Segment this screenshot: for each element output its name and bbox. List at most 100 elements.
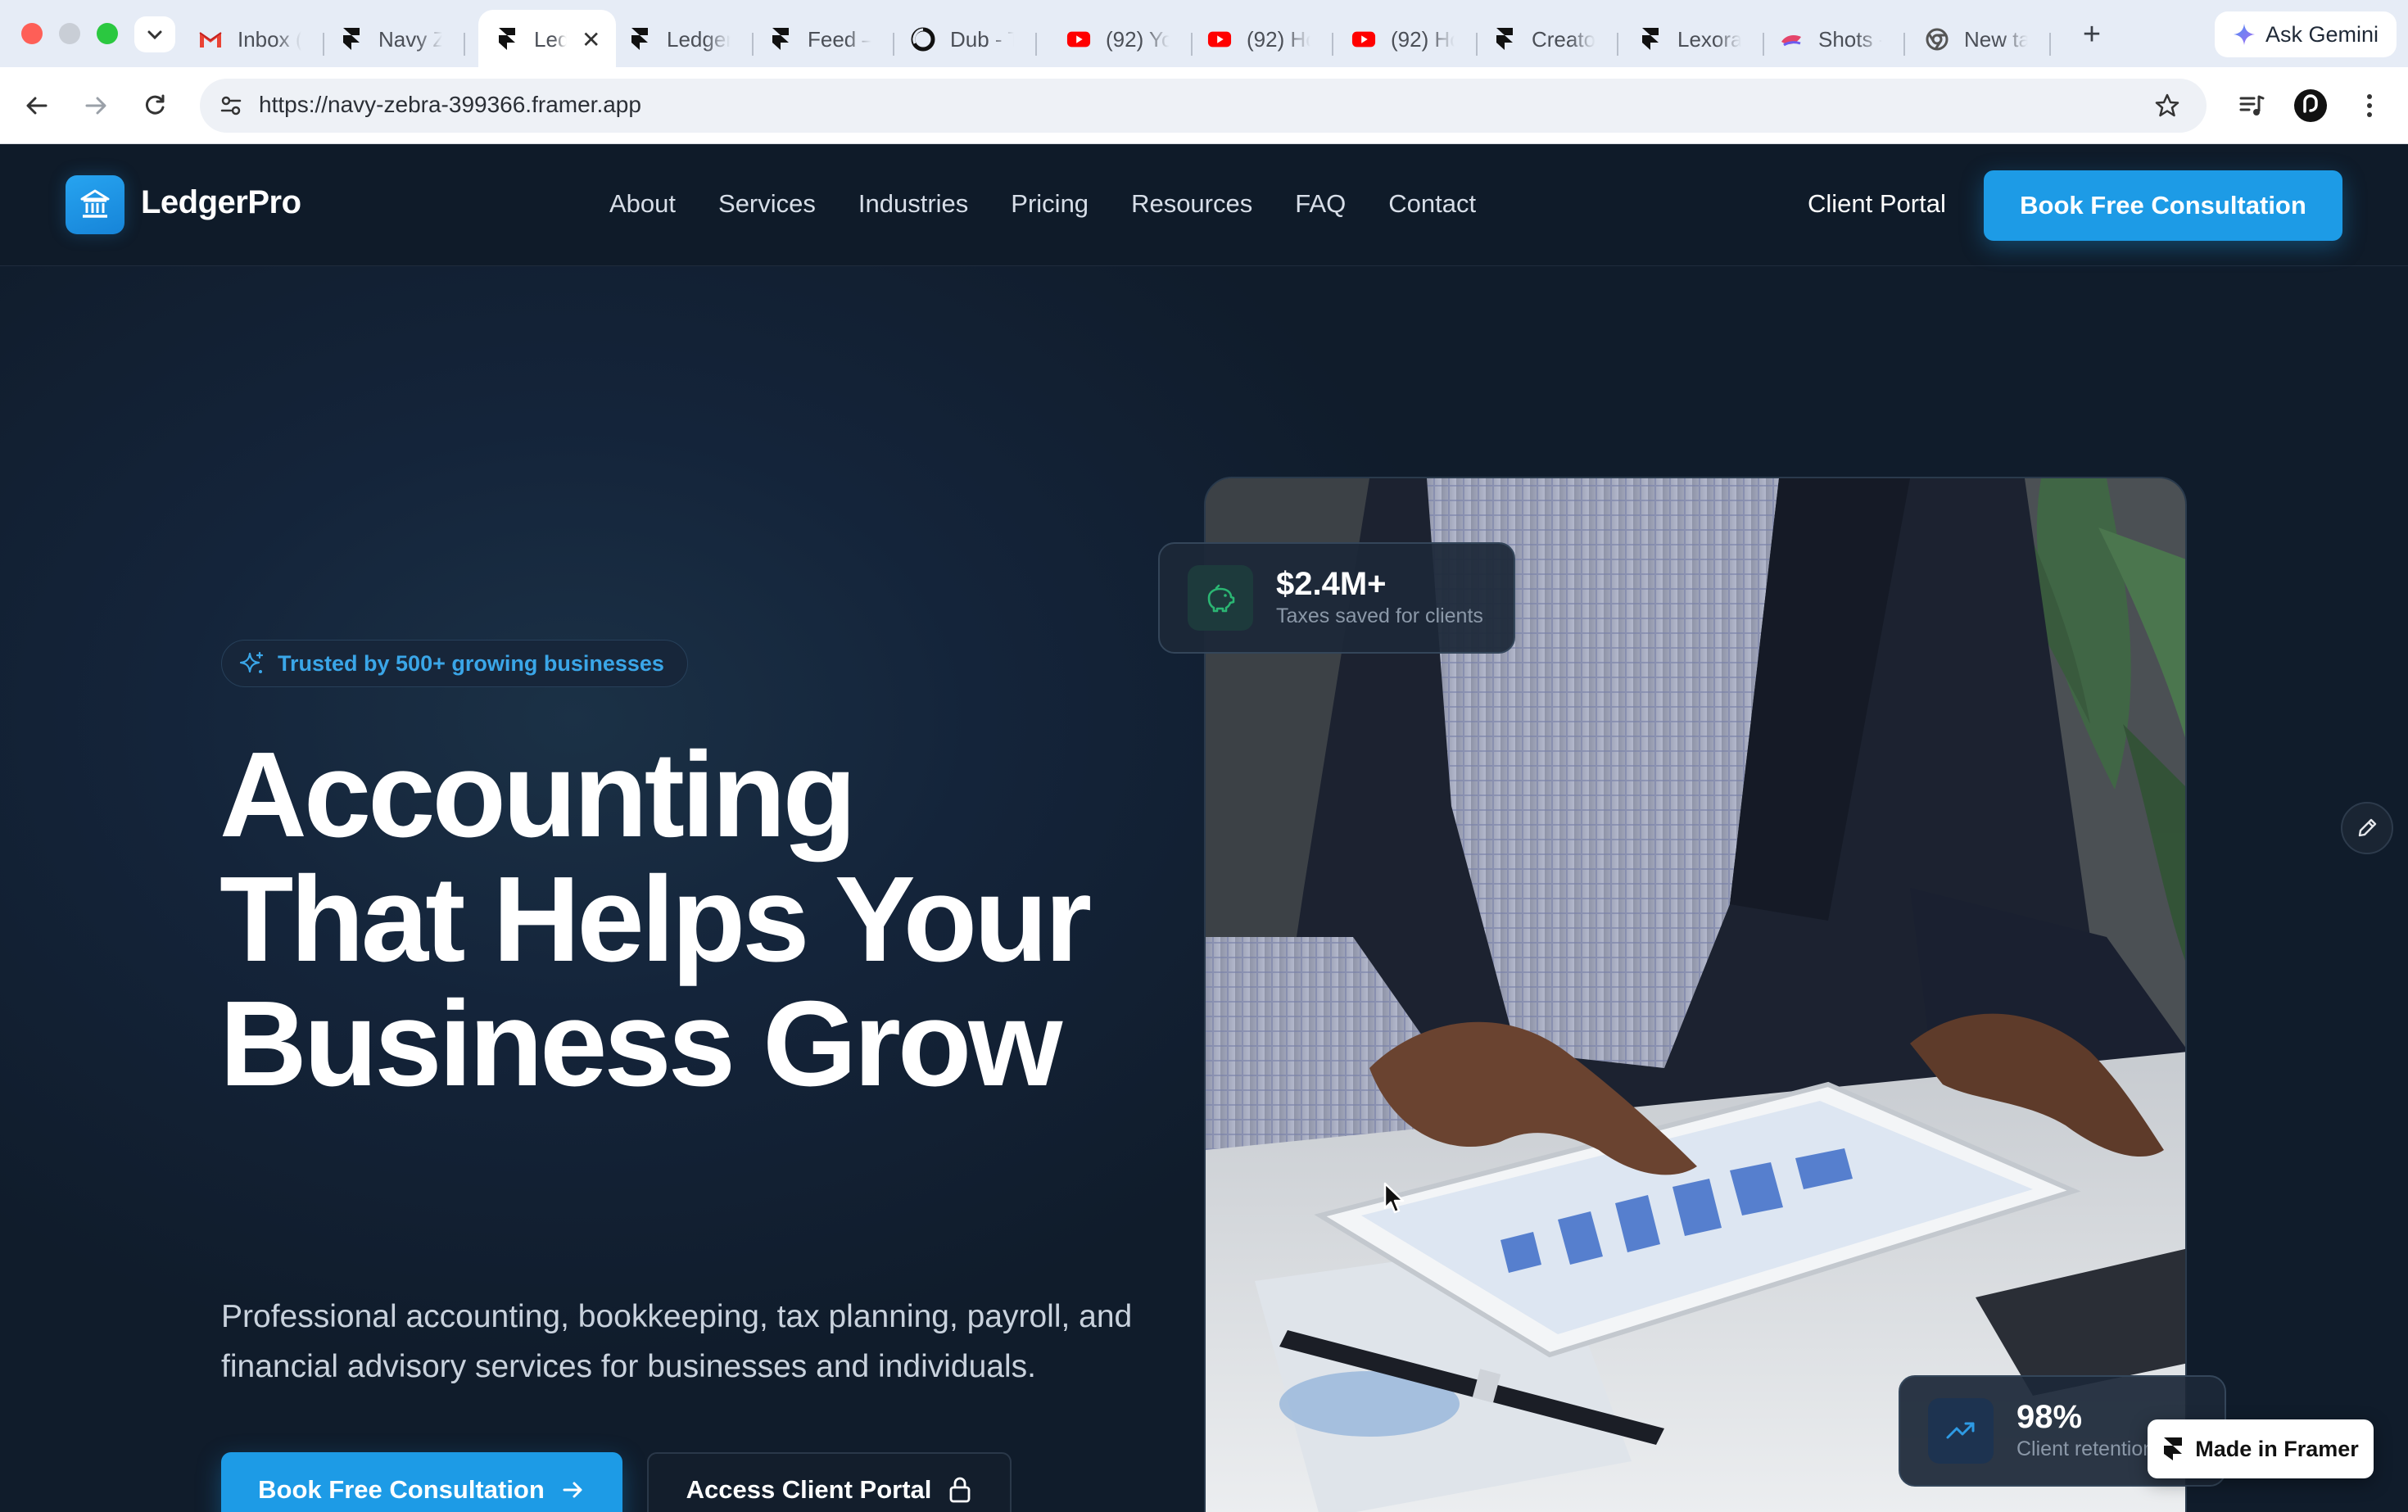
- arrow-left-icon: [26, 97, 48, 115]
- tab-separator: [2049, 33, 2051, 56]
- bookmark-star-icon[interactable]: [2151, 89, 2184, 122]
- tab-separator: [1191, 33, 1193, 56]
- browser-tab[interactable]: Inbox (3: [187, 10, 324, 69]
- chrome-icon: [1925, 27, 1949, 52]
- tab-separator: [323, 33, 324, 56]
- url-text[interactable]: https://navy-zebra-399366.framer.app: [259, 92, 641, 118]
- browser-tab[interactable]: Lexora: [1627, 10, 1764, 69]
- browser-tab[interactable]: Dub - T: [899, 10, 1037, 69]
- site-header: LedgerPro About Services Industries Pricing…: [0, 145, 2408, 266]
- tab-search-dropdown[interactable]: [134, 16, 175, 52]
- framer-icon: [627, 27, 652, 52]
- browser-tab[interactable]: Feed –: [757, 10, 894, 69]
- site-settings-icon[interactable]: [215, 89, 247, 122]
- framer-logo-icon: [2164, 1437, 2183, 1460]
- browser-tab-title: (92) Yo: [1106, 26, 1170, 52]
- youtube-icon: [1066, 27, 1091, 52]
- gemini-sparkle-icon: [2233, 24, 2255, 45]
- trust-badge-text: Trusted by 500+ growing businesses: [278, 650, 664, 676]
- browser-tab-title: Dub - T: [950, 26, 1014, 52]
- browser-tab-title: (92) Ho: [1247, 26, 1310, 52]
- made-in-framer-label: Made in Framer: [2195, 1436, 2359, 1461]
- browser-tab-title: Navy Zebra: [378, 26, 442, 52]
- browser-tab-title: (92) Ho: [1391, 26, 1455, 52]
- arrow-right-icon: [85, 97, 106, 115]
- headline-line-2: That Helps Your: [220, 852, 1092, 987]
- browser-tab[interactable]: LedgerPro: [616, 10, 754, 69]
- arrow-right-icon: [563, 1482, 582, 1498]
- framer-icon: [495, 27, 519, 52]
- edit-pencil-button[interactable]: [2341, 802, 2393, 854]
- header-book-consultation-button[interactable]: Book Free Consultation: [1984, 170, 2342, 241]
- taxes-saved-card: $2.4M+ Taxes saved for clients: [1158, 542, 1515, 654]
- browser-tab-title: Shots -: [1818, 26, 1882, 52]
- browser-tab[interactable]: Creator: [1481, 10, 1618, 69]
- browser-tab[interactable]: (92) Yo: [1055, 10, 1193, 69]
- made-in-framer-badge[interactable]: Made in Framer: [2148, 1419, 2374, 1478]
- browser-tab[interactable]: Shots -: [1768, 10, 1905, 69]
- framer-icon: [768, 27, 793, 52]
- window-minimize-button[interactable]: [59, 23, 80, 44]
- browser-tab-title: New tab: [1964, 26, 2028, 52]
- access-client-portal-button[interactable]: Access Client Portal: [647, 1452, 1012, 1512]
- hero-headline: Accounting That Helps Your Business Grow: [220, 733, 1186, 1107]
- piggy-bank-icon: [1188, 565, 1253, 631]
- brand-name[interactable]: LedgerPro: [141, 184, 301, 221]
- address-bar[interactable]: https://navy-zebra-399366.framer.app: [200, 79, 2207, 133]
- nav-link-services[interactable]: Services: [718, 189, 816, 219]
- access-portal-label: Access Client Portal: [686, 1475, 932, 1504]
- framer-icon: [1638, 27, 1663, 52]
- ask-gemini-label: Ask Gemini: [2265, 21, 2379, 47]
- forward-button[interactable]: [75, 85, 116, 126]
- client-portal-link[interactable]: Client Portal: [1808, 189, 1946, 219]
- back-button[interactable]: [16, 85, 57, 126]
- browser-tab[interactable]: (92) Ho: [1196, 10, 1333, 69]
- trust-badge: Trusted by 500+ growing businesses: [221, 640, 688, 687]
- nav-link-about[interactable]: About: [609, 189, 676, 219]
- tab-separator: [893, 33, 894, 56]
- tab-separator: [1035, 33, 1037, 56]
- client-retention-label: Client retention: [2016, 1437, 2155, 1460]
- hero-subtitle: Professional accounting, bookkeeping, ta…: [221, 1299, 1133, 1384]
- ask-gemini-button[interactable]: Ask Gemini: [2215, 11, 2397, 57]
- browser-tab-bar: Inbox (3 Navy Zebra Ledger ✕ LedgerPro Feed –…: [0, 0, 2408, 69]
- window-close-button[interactable]: [21, 23, 43, 44]
- youtube-icon: [1207, 27, 1232, 52]
- nav-link-industries[interactable]: Industries: [858, 189, 968, 219]
- browser-toolbar: https://navy-zebra-399366.framer.app: [0, 67, 2408, 144]
- nav-link-resources[interactable]: Resources: [1131, 189, 1252, 219]
- pencil-icon: [2358, 818, 2377, 837]
- new-tab-button[interactable]: +: [2072, 15, 2112, 54]
- client-retention-value: 98%: [2016, 1399, 2083, 1435]
- browser-tab-title: LedgerPro: [667, 26, 731, 52]
- bank-logo-icon[interactable]: [66, 175, 124, 234]
- gmail-icon: [198, 27, 223, 52]
- window-zoom-button[interactable]: [97, 23, 118, 44]
- youtube-icon: [1351, 27, 1376, 52]
- headline-line-1: Accounting: [220, 727, 857, 862]
- close-tab-icon[interactable]: ✕: [582, 26, 600, 53]
- tab-separator: [464, 33, 465, 56]
- page-viewport: LedgerPro About Services Industries Pricing…: [0, 145, 2408, 1512]
- main-nav: About Services Industries Pricing Resources F…: [609, 189, 1476, 219]
- dub-icon: [911, 27, 935, 52]
- browser-tab[interactable]: Ledger ✕: [478, 10, 616, 69]
- nav-link-contact[interactable]: Contact: [1388, 189, 1476, 219]
- browser-tab-title: Ledger: [534, 26, 567, 52]
- browser-tab-title: Feed –: [808, 26, 871, 52]
- browser-tab[interactable]: Navy Zebra: [328, 10, 465, 69]
- reload-button[interactable]: [134, 85, 175, 126]
- browser-tab-title: Inbox (3: [238, 26, 301, 52]
- profile-avatar[interactable]: [2290, 85, 2331, 126]
- nav-link-pricing[interactable]: Pricing: [1011, 189, 1089, 219]
- tab-separator: [1476, 33, 1478, 56]
- book-consultation-button[interactable]: Book Free Consultation: [221, 1452, 622, 1512]
- media-control-icon[interactable]: [2231, 85, 2272, 126]
- browser-tab[interactable]: New tab: [1913, 10, 2051, 69]
- browser-tab-title: Lexora: [1677, 26, 1741, 52]
- sparkles-icon: [240, 651, 264, 673]
- browser-menu-icon[interactable]: [2349, 85, 2390, 126]
- browser-tab[interactable]: (92) Ho: [1340, 10, 1478, 69]
- tab-separator: [1332, 33, 1333, 56]
- nav-link-faq[interactable]: FAQ: [1295, 189, 1346, 219]
